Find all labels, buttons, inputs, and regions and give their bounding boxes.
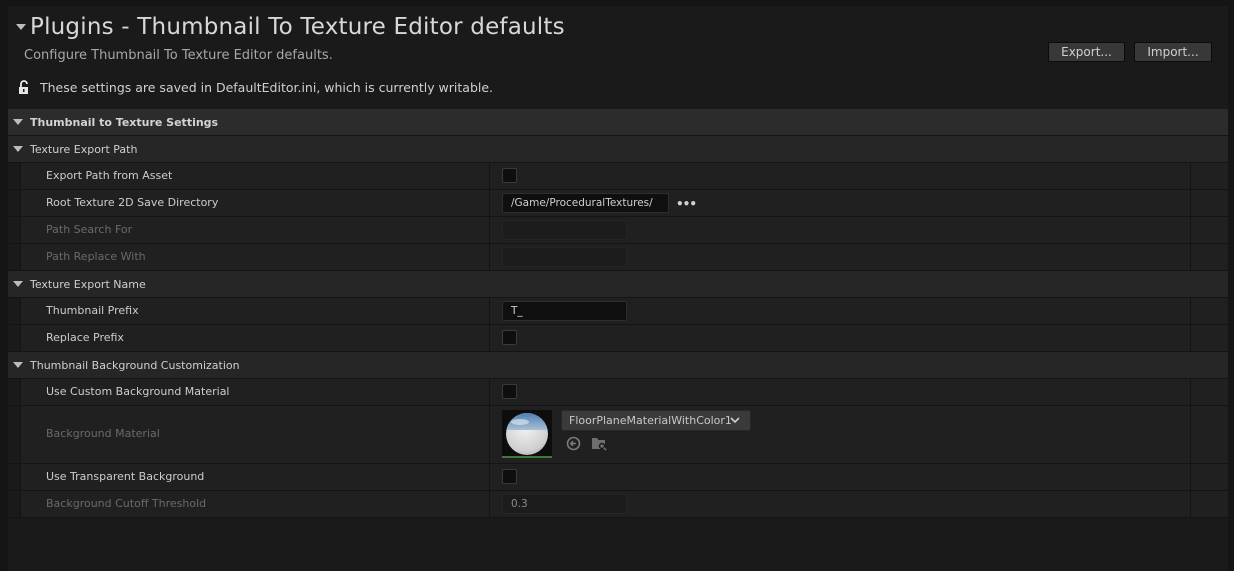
config-status: These settings are saved in DefaultEdito…: [18, 78, 493, 96]
browse-folder-icon[interactable]: [591, 436, 608, 451]
row-background-cutoff-threshold: Background Cutoff Threshold: [8, 491, 1228, 518]
chevron-down-icon: [730, 417, 740, 424]
row-background-material: Background Material FloorPlaneMaterialWi…: [8, 406, 1228, 464]
property-label: Thumbnail Prefix: [46, 304, 139, 317]
lock-open-icon[interactable]: [18, 79, 31, 95]
reset-arrow-icon[interactable]: [566, 436, 581, 451]
category-thumbnail-to-texture[interactable]: Thumbnail to Texture Settings: [8, 109, 1228, 136]
path-replace-input[interactable]: [502, 247, 627, 267]
section-label: Texture Export Name: [30, 277, 146, 291]
property-label: Use Transparent Background: [46, 470, 205, 483]
collapse-arrow-icon[interactable]: [13, 146, 23, 152]
row-thumbnail-prefix: Thumbnail Prefix: [8, 298, 1228, 325]
replace-prefix-checkbox[interactable]: [502, 330, 517, 345]
import-button[interactable]: Import...: [1134, 42, 1212, 62]
property-label: Replace Prefix: [46, 331, 124, 344]
property-label: Background Cutoff Threshold: [46, 497, 207, 510]
use-custom-background-checkbox[interactable]: [502, 384, 517, 399]
material-thumbnail[interactable]: [502, 410, 552, 458]
property-label: Root Texture 2D Save Directory: [46, 196, 219, 209]
property-label: Export Path from Asset: [46, 169, 173, 182]
export-path-from-asset-checkbox[interactable]: [502, 168, 517, 183]
settings-table: Thumbnail to Texture Settings Texture Ex…: [8, 109, 1228, 518]
background-material-dropdown[interactable]: FloorPlaneMaterialWithColor1: [561, 410, 751, 431]
thumbnail-prefix-input[interactable]: [502, 301, 627, 321]
path-search-input[interactable]: [502, 220, 627, 240]
page-title-row[interactable]: Plugins - Thumbnail To Texture Editor de…: [16, 12, 565, 42]
section-label: Thumbnail Background Customization: [30, 358, 240, 372]
property-label: Path Replace With: [46, 250, 146, 263]
section-texture-export-path[interactable]: Texture Export Path: [8, 136, 1228, 163]
writable-status-text: These settings are saved in DefaultEdito…: [40, 79, 494, 95]
ellipsis-icon[interactable]: •••: [676, 197, 697, 211]
root-directory-input[interactable]: [502, 193, 669, 213]
row-use-custom-background-material: Use Custom Background Material: [8, 379, 1228, 406]
section-texture-export-name[interactable]: Texture Export Name: [8, 271, 1228, 298]
page-subtitle: Configure Thumbnail To Texture Editor de…: [24, 48, 333, 63]
property-label: Use Custom Background Material: [46, 385, 230, 398]
collapse-arrow-icon[interactable]: [13, 119, 23, 125]
row-export-path-from-asset: Export Path from Asset: [8, 163, 1228, 190]
row-use-transparent-background: Use Transparent Background: [8, 464, 1228, 491]
cutoff-threshold-input[interactable]: [502, 494, 627, 514]
collapse-arrow-icon[interactable]: [16, 24, 26, 30]
page-title: Plugins - Thumbnail To Texture Editor de…: [30, 14, 565, 40]
material-sphere-icon: [506, 413, 548, 455]
property-label: Path Search For: [46, 223, 133, 236]
section-label: Texture Export Path: [30, 142, 138, 156]
use-transparent-background-checkbox[interactable]: [502, 469, 517, 484]
row-root-texture-save-directory: Root Texture 2D Save Directory •••: [8, 190, 1228, 217]
collapse-arrow-icon[interactable]: [13, 281, 23, 287]
collapse-arrow-icon[interactable]: [13, 362, 23, 368]
category-label: Thumbnail to Texture Settings: [30, 115, 219, 129]
row-replace-prefix: Replace Prefix: [8, 325, 1228, 352]
export-button[interactable]: Export...: [1048, 42, 1125, 62]
section-thumbnail-background[interactable]: Thumbnail Background Customization: [8, 352, 1228, 379]
row-path-search-for: Path Search For: [8, 217, 1228, 244]
background-material-value: FloorPlaneMaterialWithColor1: [569, 414, 732, 427]
row-path-replace-with: Path Replace With: [8, 244, 1228, 271]
property-label: Background Material: [46, 427, 160, 440]
